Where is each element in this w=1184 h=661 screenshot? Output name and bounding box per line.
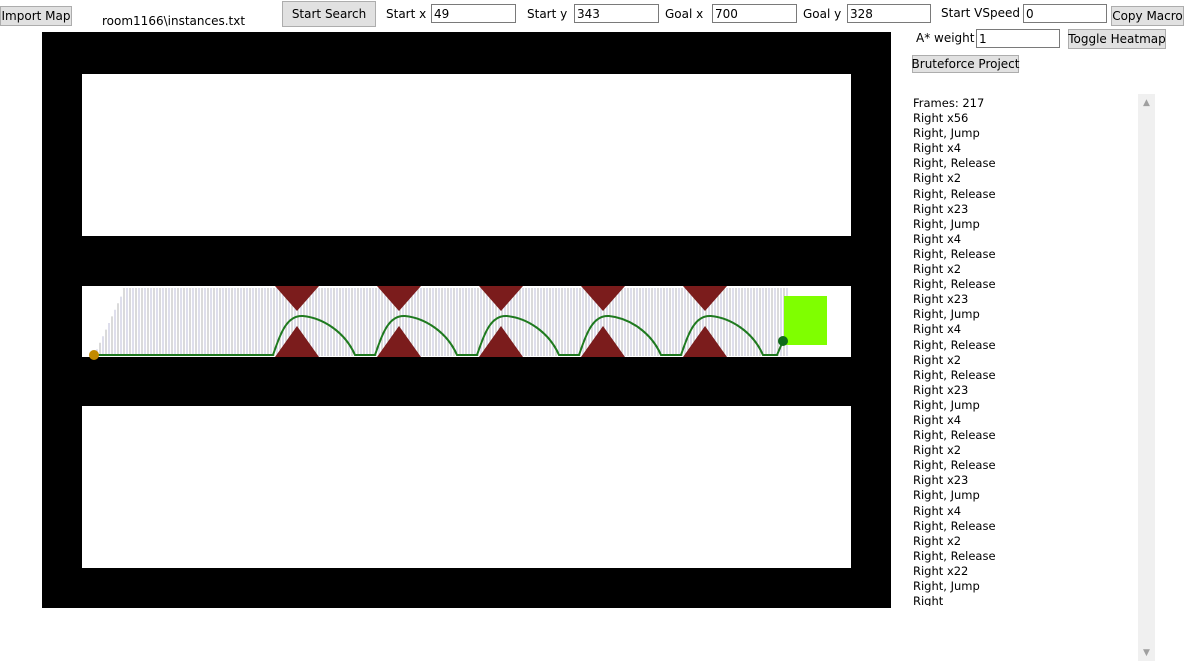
start-vspeed-label: Start VSpeed bbox=[941, 6, 1020, 20]
macro-line: Right, Release bbox=[913, 186, 996, 201]
start-search-button[interactable]: Start Search bbox=[282, 1, 376, 27]
macro-line: Right, Release bbox=[913, 156, 996, 171]
corridor bbox=[82, 286, 851, 357]
macro-line: Right x4 bbox=[913, 412, 962, 427]
macro-line: Right x4 bbox=[913, 322, 962, 337]
end-marker bbox=[778, 336, 788, 346]
start-x-input[interactable] bbox=[431, 4, 516, 23]
macro-line: Right, Jump bbox=[913, 216, 980, 231]
start-y-input[interactable] bbox=[574, 4, 659, 23]
import-map-button[interactable]: Import Map bbox=[0, 6, 72, 26]
macro-line: Right, Release bbox=[913, 277, 996, 292]
macro-line: Right x2 bbox=[913, 533, 962, 548]
toggle-heatmap-button[interactable]: Toggle Heatmap bbox=[1068, 29, 1166, 49]
macro-line: Right, Release bbox=[913, 367, 996, 382]
macro-line: Right x23 bbox=[913, 382, 969, 397]
chevron-up-icon[interactable]: ▲ bbox=[1138, 94, 1155, 111]
macro-line: Right x2 bbox=[913, 443, 962, 458]
output-scrollbar[interactable]: ▲ ▼ bbox=[1138, 94, 1155, 661]
start-x-label: Start x bbox=[386, 7, 427, 21]
macro-line: Right, Jump bbox=[913, 126, 980, 141]
start-vspeed-input[interactable] bbox=[1023, 4, 1107, 23]
upper-room bbox=[82, 74, 851, 236]
copy-macro-button[interactable]: Copy Macro bbox=[1111, 6, 1184, 26]
macro-line: Right x2 bbox=[913, 352, 962, 367]
goal-x-label: Goal x bbox=[665, 7, 704, 21]
frame-count: Frames: 217 bbox=[913, 96, 985, 110]
start-marker bbox=[89, 350, 99, 360]
macro-line: Right x2 bbox=[913, 262, 962, 277]
map-canvas[interactable] bbox=[42, 32, 891, 608]
macro-line: Right x4 bbox=[913, 231, 962, 246]
astar-weight-input[interactable] bbox=[976, 29, 1060, 48]
macro-line: Right, Jump bbox=[913, 579, 980, 593]
goal-y-label: Goal y bbox=[803, 7, 842, 21]
chevron-down-icon[interactable]: ▼ bbox=[1138, 644, 1155, 661]
macro-line: Right, Release bbox=[913, 246, 996, 261]
map-path-label: room1166\instances.txt bbox=[102, 14, 246, 28]
macro-line: Right x4 bbox=[913, 503, 962, 518]
macro-line: Right x56 bbox=[913, 111, 969, 126]
goal-x-input[interactable] bbox=[712, 4, 797, 23]
lower-room bbox=[82, 406, 851, 568]
macro-line: Right x4 bbox=[913, 141, 962, 156]
macro-line: Right, Jump bbox=[913, 307, 980, 322]
macro-line: Right x2 bbox=[913, 171, 962, 186]
goal-y-input[interactable] bbox=[847, 4, 931, 23]
output-log[interactable]: Frames: 217 Right x56 Right, Jump Right x4 R… bbox=[913, 96, 1133, 606]
start-y-label: Start y bbox=[527, 7, 568, 21]
goal-block bbox=[784, 296, 827, 345]
macro-line: Right, Release bbox=[913, 428, 996, 443]
bruteforce-project-button[interactable]: Bruteforce Project bbox=[912, 55, 1019, 73]
macro-line: Right x22 bbox=[913, 563, 969, 578]
macro-line: Right, Jump bbox=[913, 488, 980, 503]
macro-line: Right, Release bbox=[913, 458, 996, 473]
macro-line: Right, Jump bbox=[913, 397, 980, 412]
macro-line: Right, Release bbox=[913, 518, 996, 533]
macro-line: Right x23 bbox=[913, 473, 969, 488]
astar-weight-label: A* weight bbox=[916, 31, 975, 45]
macro-line: Right x23 bbox=[913, 201, 969, 216]
macro-line: Right, Release bbox=[913, 337, 996, 352]
macro-line: Right, Release bbox=[913, 548, 996, 563]
macro-line: Right bbox=[913, 594, 944, 606]
macro-line: Right x23 bbox=[913, 292, 969, 307]
